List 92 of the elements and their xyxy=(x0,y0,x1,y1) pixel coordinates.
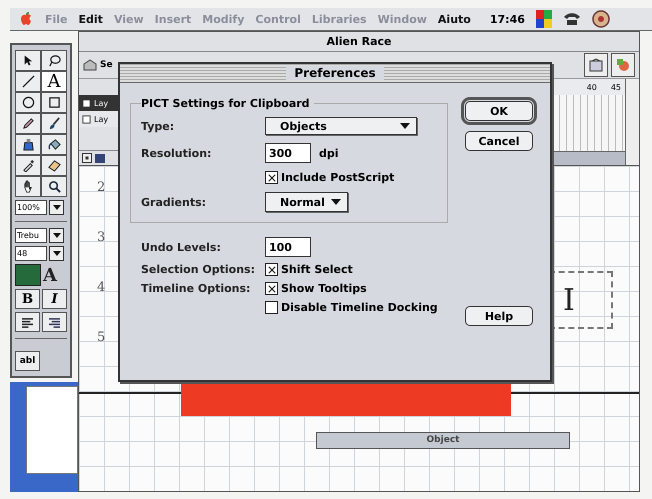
field-label: Selection Options: xyxy=(141,263,256,276)
type-dropdown[interactable]: Objects xyxy=(265,117,417,135)
check-mark-icon xyxy=(268,174,276,182)
menu-item[interactable]: Edit xyxy=(78,12,103,26)
tool-button[interactable] xyxy=(15,113,41,134)
dialog-button[interactable]: Cancel xyxy=(465,131,533,151)
checkbox[interactable]: Shift Select xyxy=(265,263,448,276)
object-bar: Object xyxy=(316,432,570,449)
tool-button[interactable] xyxy=(15,312,40,332)
bold-button[interactable]: B xyxy=(15,289,40,309)
tool-button[interactable] xyxy=(15,92,41,113)
symbol-icon xyxy=(589,58,603,72)
row-number: 5 xyxy=(97,330,106,347)
paint-bucket-icon xyxy=(48,138,60,151)
text-color-label: A xyxy=(43,264,57,286)
eyedropper-icon xyxy=(22,159,34,172)
resolution-field[interactable]: 300 xyxy=(265,143,311,163)
ink-bottle-icon xyxy=(22,138,34,151)
checkbox[interactable]: Include PostScript xyxy=(265,171,439,184)
row-number: 4 xyxy=(97,280,106,297)
text-tool-button[interactable]: A xyxy=(41,71,67,92)
frame-number: 40 xyxy=(586,82,597,92)
add-layer-icon[interactable] xyxy=(82,153,92,163)
row-number: 3 xyxy=(97,230,106,247)
pencil-icon xyxy=(22,117,34,130)
tool-button[interactable] xyxy=(15,50,41,71)
tool-button[interactable] xyxy=(41,113,67,134)
tool-button[interactable] xyxy=(41,134,67,155)
tool-button[interactable] xyxy=(41,50,67,71)
caret-icon xyxy=(52,205,60,210)
color-squares-icon[interactable] xyxy=(536,10,552,28)
color-swatch[interactable] xyxy=(15,264,41,286)
undo-levels-field[interactable]: 100 xyxy=(265,237,311,257)
align-icon xyxy=(21,316,34,328)
search-icon xyxy=(48,180,60,193)
tool-button[interactable] xyxy=(41,155,67,176)
tool-button[interactable] xyxy=(15,176,41,197)
arrow-icon xyxy=(23,54,33,67)
zoom-field[interactable]: 100% xyxy=(15,200,47,215)
tool-button[interactable] xyxy=(41,176,67,197)
tool-button[interactable] xyxy=(41,92,67,113)
rectangle-icon xyxy=(48,96,60,109)
scroll-bar[interactable] xyxy=(625,79,639,165)
scene-icon[interactable] xyxy=(83,59,97,71)
tool-button[interactable] xyxy=(15,71,41,92)
caret-icon xyxy=(52,233,60,238)
tool-button[interactable] xyxy=(42,312,67,332)
group-title: PICT Settings for Clipboard xyxy=(141,97,314,110)
row-number: 2 xyxy=(97,180,106,197)
dialog-title: Preferences xyxy=(286,66,384,80)
disc-icon[interactable] xyxy=(592,10,610,28)
size-field[interactable]: 48 xyxy=(15,246,47,261)
gradients-dropdown[interactable]: Normal xyxy=(265,192,348,212)
paragraph-icon xyxy=(48,316,61,328)
hand-icon xyxy=(22,180,34,193)
clock: 17:46 xyxy=(490,12,525,26)
dropdown-button[interactable] xyxy=(49,246,64,261)
italic-button[interactable]: I xyxy=(42,289,67,309)
shapes-icon xyxy=(616,58,630,72)
window-title: Alien Race xyxy=(79,32,639,52)
caret-icon xyxy=(52,251,60,256)
apple-icon[interactable] xyxy=(18,11,34,27)
field-label: Resolution: xyxy=(141,146,212,160)
font-field[interactable]: Trebu xyxy=(15,228,47,243)
check-mark-icon xyxy=(268,284,276,292)
brush-icon xyxy=(48,117,60,130)
field-label: Timeline Options: xyxy=(141,282,252,295)
unit-label: dpi xyxy=(319,146,339,160)
phone-icon[interactable] xyxy=(562,12,581,26)
line-icon xyxy=(22,75,34,88)
text-field-button[interactable]: abl xyxy=(15,351,40,371)
dropdown-button[interactable] xyxy=(49,228,64,243)
caret-icon xyxy=(400,123,410,129)
field-label: Undo Levels: xyxy=(141,240,222,254)
checkbox[interactable]: Disable Timeline Docking xyxy=(265,301,448,314)
tool-button[interactable] xyxy=(15,155,41,176)
lasso-icon xyxy=(48,54,60,67)
field-label: Gradients: xyxy=(141,196,208,208)
caret-icon xyxy=(330,199,341,205)
menu-item[interactable]: Aiuto xyxy=(438,12,471,26)
scene-label: Se xyxy=(100,60,113,70)
oval-icon xyxy=(22,96,34,109)
dropdown-button[interactable] xyxy=(49,200,64,215)
checkbox[interactable]: Show Tooltips xyxy=(265,282,448,295)
help-button[interactable]: Help xyxy=(465,306,533,326)
toolbar-button[interactable] xyxy=(584,53,608,77)
check-mark-icon xyxy=(268,266,276,274)
field-label: Type: xyxy=(141,120,176,132)
eraser-icon xyxy=(48,159,60,172)
tool-button[interactable] xyxy=(15,134,41,155)
frame-number: 45 xyxy=(610,82,621,92)
toolbar-button[interactable] xyxy=(611,53,635,77)
